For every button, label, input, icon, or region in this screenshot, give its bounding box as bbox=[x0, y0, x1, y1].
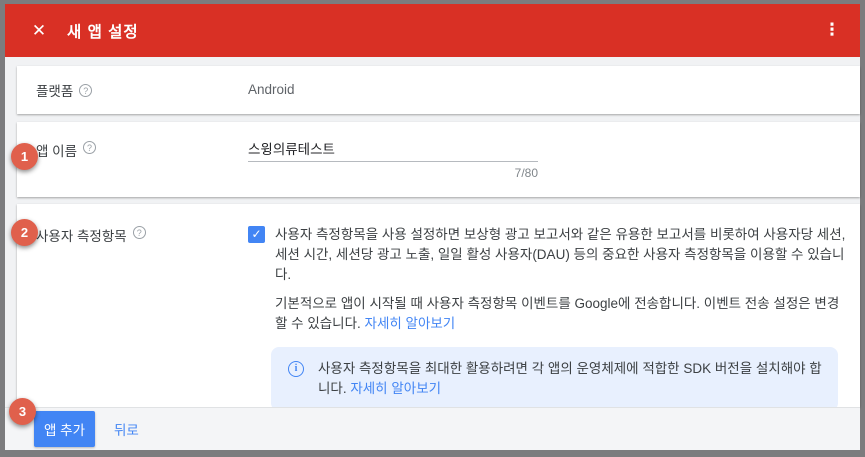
platform-label-group: 플랫폼 ? bbox=[17, 80, 248, 100]
checkmark-icon: ✓ bbox=[251, 227, 262, 241]
metrics-checkbox-row: ✓ 사용자 측정항목을 사용 설정하면 보상형 광고 보고서와 같은 유용한 보… bbox=[248, 225, 848, 285]
metrics-note: 기본적으로 앱이 시작될 때 사용자 측정항목 이벤트를 Google에 전송합… bbox=[275, 294, 848, 334]
step-badge-1: 1 bbox=[11, 143, 38, 170]
app-name-label-group: 앱 이름 ? bbox=[17, 140, 248, 197]
app-name-input[interactable] bbox=[248, 140, 538, 162]
user-metrics-help-icon[interactable]: ? bbox=[132, 226, 146, 239]
metrics-description: 사용자 측정항목을 사용 설정하면 보상형 광고 보고서와 같은 유용한 보고서… bbox=[275, 227, 846, 282]
dialog-header: ✕ 새 앱 설정 ⋮ bbox=[5, 4, 860, 57]
step-badge-2: 2 bbox=[11, 219, 38, 246]
back-button[interactable]: 뒤로 bbox=[114, 419, 139, 439]
dialog-footer: 앱 추가 뒤로 bbox=[5, 407, 860, 450]
learn-more-link[interactable]: 자세히 알아보기 bbox=[365, 316, 456, 331]
platform-value-col: Android bbox=[248, 81, 860, 99]
app-name-label: 앱 이름 bbox=[36, 144, 78, 159]
dialog-title: 새 앱 설정 bbox=[67, 23, 139, 41]
app-name-help-icon[interactable]: ? bbox=[83, 141, 97, 154]
user-metrics-value-col: ✓ 사용자 측정항목을 사용 설정하면 보상형 광고 보고서와 같은 유용한 보… bbox=[248, 225, 860, 411]
app-name-value-col: 7/80 bbox=[248, 140, 860, 197]
overflow-menu-icon[interactable]: ⋮ bbox=[820, 19, 844, 43]
form-area: 플랫폼 ? Android 앱 이름 ? 7/80 사용자 측정항 bbox=[5, 57, 860, 411]
user-metrics-label: 사용자 측정항목 bbox=[36, 229, 127, 244]
close-icon[interactable]: ✕ bbox=[27, 19, 51, 43]
user-metrics-label-group: 사용자 측정항목 ? bbox=[17, 225, 248, 407]
platform-help-icon[interactable]: ? bbox=[79, 84, 93, 97]
sdk-learn-more-link[interactable]: 자세히 알아보기 bbox=[350, 381, 441, 396]
user-metrics-checkbox[interactable]: ✓ bbox=[248, 226, 265, 243]
info-icon: i bbox=[288, 361, 304, 377]
char-counter: 7/80 bbox=[514, 166, 538, 180]
app-name-row: 앱 이름 ? 7/80 bbox=[17, 122, 860, 197]
platform-row: 플랫폼 ? Android bbox=[17, 66, 860, 114]
platform-label: 플랫폼 bbox=[36, 84, 74, 99]
app-name-field-wrap: 7/80 bbox=[248, 140, 538, 180]
sdk-info-text: 사용자 측정항목을 최대한 활용하려면 각 앱의 운영체제에 적합한 SDK 버… bbox=[318, 359, 822, 399]
sdk-info-box: i 사용자 측정항목을 최대한 활용하려면 각 앱의 운영체제에 적합한 SDK… bbox=[271, 347, 838, 411]
step-badge-3: 3 bbox=[9, 398, 36, 425]
platform-value: Android bbox=[248, 82, 295, 97]
metrics-note-text: 기본적으로 앱이 시작될 때 사용자 측정항목 이벤트를 Google에 전송합… bbox=[275, 296, 840, 331]
user-metrics-row: 사용자 측정항목 ? ✓ 사용자 측정항목을 사용 설정하면 보상형 광고 보고… bbox=[17, 204, 860, 411]
add-app-button[interactable]: 앱 추가 bbox=[34, 411, 96, 447]
new-app-setup-dialog: ✕ 새 앱 설정 ⋮ 플랫폼 ? Android 앱 이름 ? 스윙의류테스트 … bbox=[0, 0, 865, 457]
